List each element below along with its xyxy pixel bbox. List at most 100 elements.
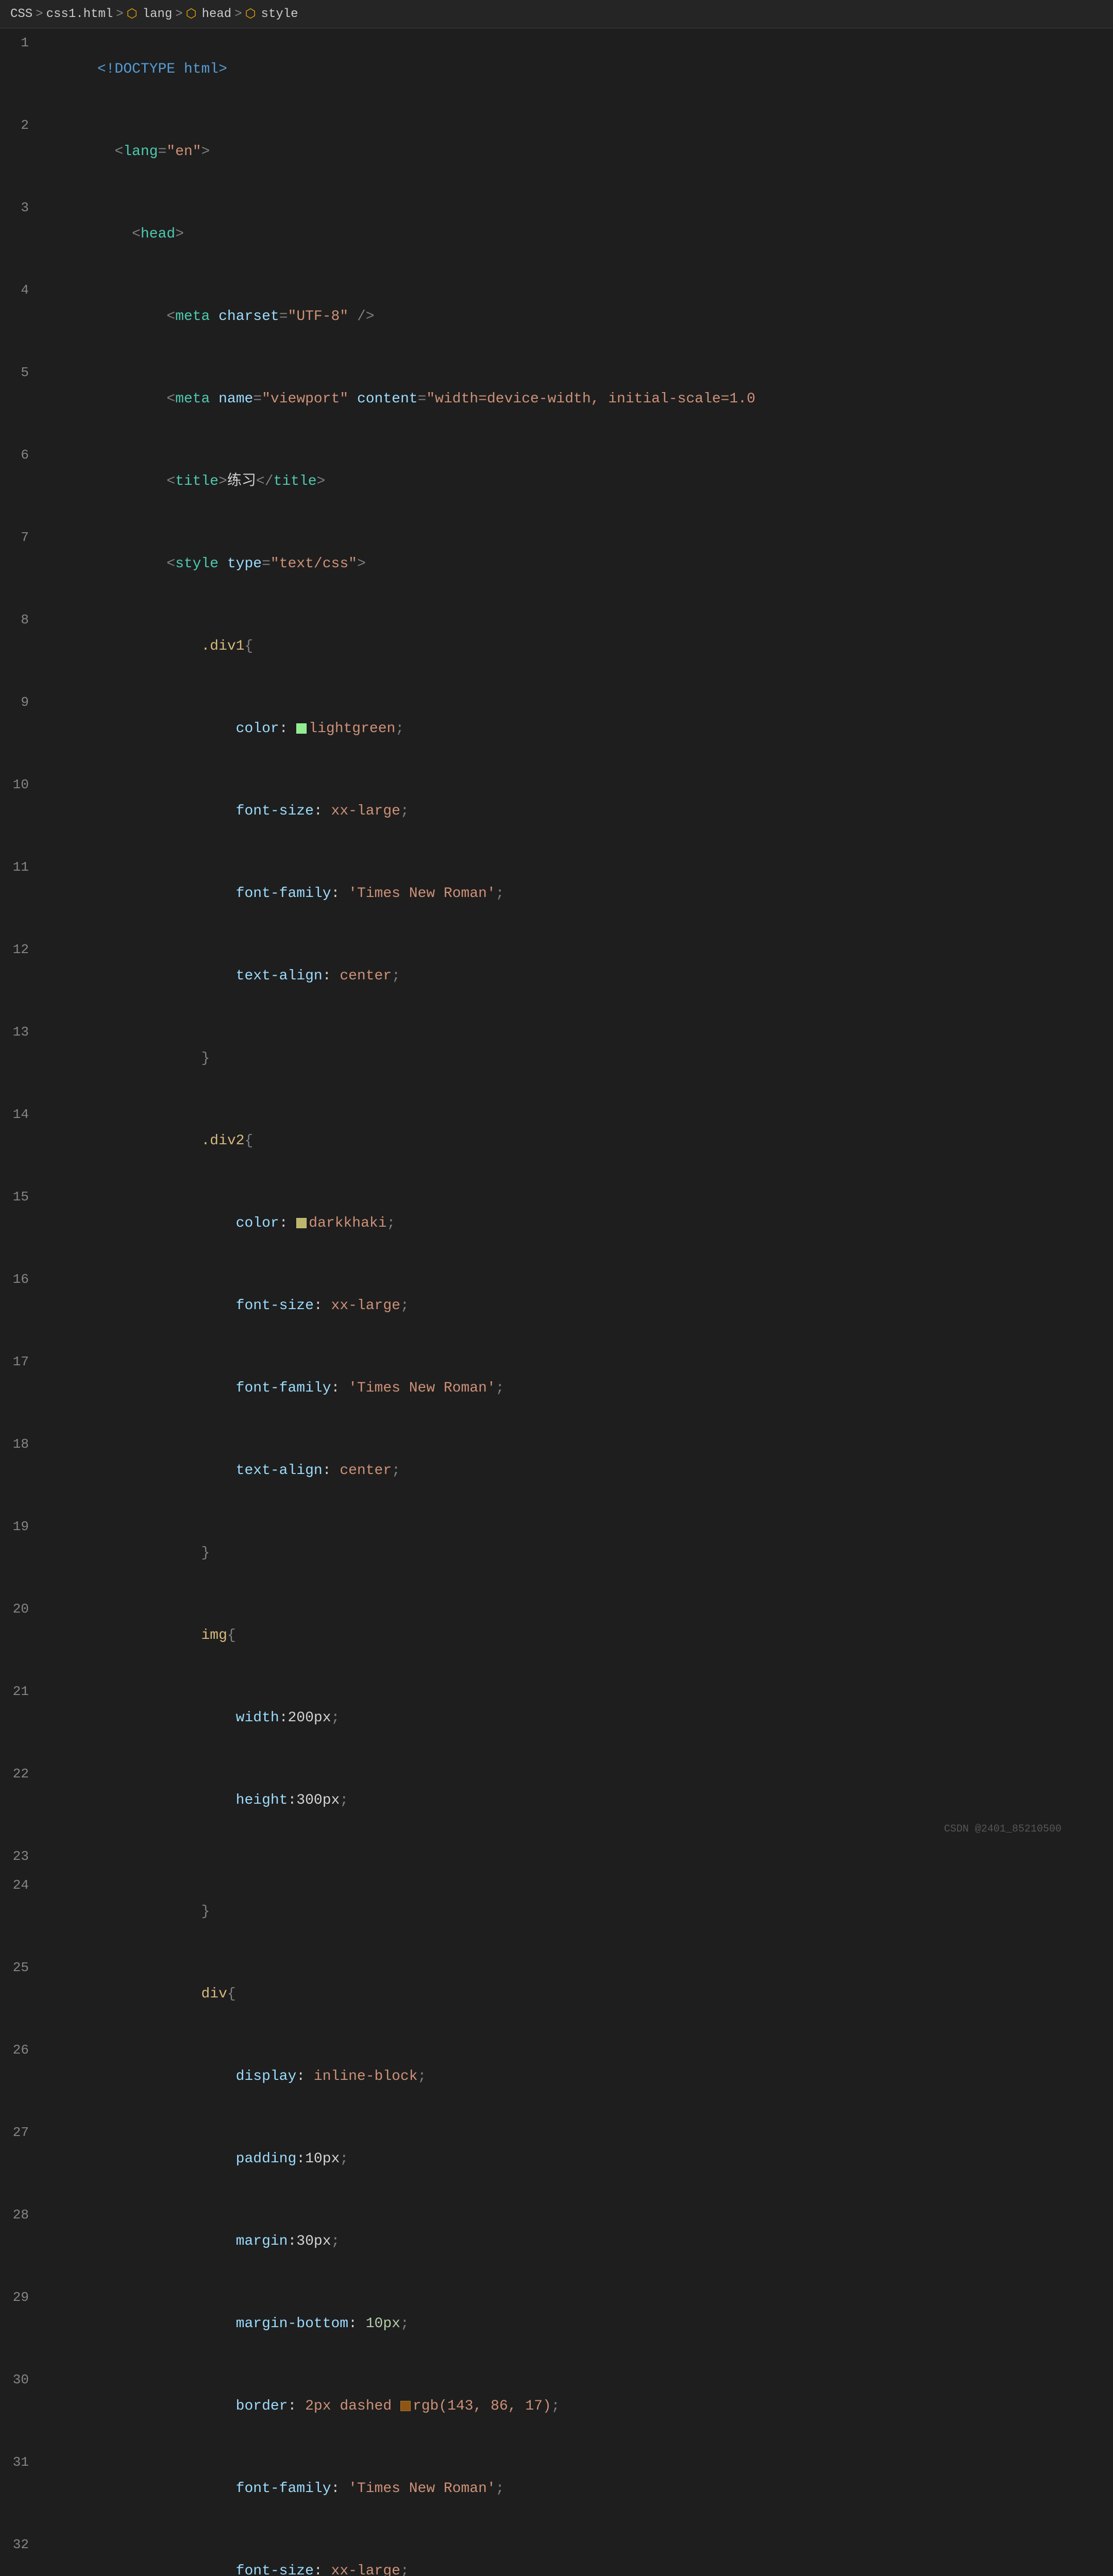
table-row: 19 } <box>0 1512 1113 1595</box>
table-row: 12 text-align: center; <box>0 935 1113 1018</box>
line-content[interactable]: } <box>41 1513 1113 1594</box>
line-content[interactable]: padding:10px; <box>41 2119 1113 2199</box>
line-content[interactable]: color: darkkhaki; <box>41 1183 1113 1264</box>
breadcrumb-icon-head: ⬡ <box>186 6 197 22</box>
line-content[interactable]: <meta charset="UTF-8" /> <box>41 277 1113 357</box>
breadcrumb-icon-lang: ⬡ <box>127 6 138 22</box>
line-number: 7 <box>0 524 41 551</box>
line-number: 19 <box>0 1513 41 1540</box>
watermark: CSDN @2401_85210500 <box>944 1823 1061 1835</box>
line-content[interactable]: margin-bottom: 10px; <box>41 2284 1113 2364</box>
line-number: 23 <box>0 1843 41 1870</box>
line-number: 1 <box>0 29 41 56</box>
line-content[interactable] <box>41 1843 1113 1870</box>
breadcrumb-sep-2: > <box>116 7 123 21</box>
line-content[interactable]: display: inline-block; <box>41 2037 1113 2117</box>
line-number: 31 <box>0 2449 41 2476</box>
table-row: 17 font-family: 'Times New Roman'; <box>0 1347 1113 1430</box>
table-row: 26 display: inline-block; <box>0 2036 1113 2118</box>
line-content[interactable]: <!DOCTYPE html> <box>41 29 1113 110</box>
table-row: 30 border: 2px dashed rgb(143, 86, 17); <box>0 2365 1113 2448</box>
line-number: 6 <box>0 442 41 468</box>
line-number: 10 <box>0 771 41 798</box>
line-number: 29 <box>0 2284 41 2311</box>
line-number: 26 <box>0 2037 41 2063</box>
breadcrumb-sep-1: > <box>36 7 43 21</box>
breadcrumb-item-css[interactable]: CSS <box>10 7 32 21</box>
table-row: 10 font-size: xx-large; <box>0 770 1113 853</box>
line-content[interactable]: font-family: 'Times New Roman'; <box>41 2449 1113 2529</box>
table-row: 29 margin-bottom: 10px; <box>0 2283 1113 2365</box>
breadcrumb-item-head[interactable]: head <box>202 7 232 21</box>
line-content[interactable]: <meta name="viewport" content="width=dev… <box>41 359 1113 439</box>
line-content[interactable]: font-size: xx-large; <box>41 1266 1113 1346</box>
code-editor: 1 <!DOCTYPE html> 2 <lang="en"> 3 <head>… <box>0 28 1113 2576</box>
line-number: 30 <box>0 2366 41 2393</box>
line-content[interactable]: width:200px; <box>41 1678 1113 1758</box>
line-number: 3 <box>0 194 41 221</box>
table-row: 11 font-family: 'Times New Roman'; <box>0 853 1113 935</box>
line-content[interactable]: text-align: center; <box>41 936 1113 1016</box>
line-number: 14 <box>0 1101 41 1128</box>
table-row: 32 font-size: xx-large; <box>0 2530 1113 2576</box>
line-content[interactable]: border: 2px dashed rgb(143, 86, 17); <box>41 2366 1113 2447</box>
table-row: 27 padding:10px; <box>0 2118 1113 2200</box>
breadcrumb-item-style[interactable]: style <box>261 7 298 21</box>
line-number: 4 <box>0 277 41 303</box>
table-row: 6 <title>练习</title> <box>0 440 1113 523</box>
line-number: 16 <box>0 1266 41 1293</box>
table-row: 28 margin:30px; <box>0 2200 1113 2283</box>
line-number: 18 <box>0 1431 41 1458</box>
table-row: 4 <meta charset="UTF-8" /> <box>0 276 1113 358</box>
line-number: 20 <box>0 1596 41 1622</box>
table-row: 31 font-family: 'Times New Roman'; <box>0 2448 1113 2530</box>
line-content[interactable]: font-size: xx-large; <box>41 2531 1113 2576</box>
line-content[interactable]: } <box>41 1019 1113 1099</box>
table-row: 13 } <box>0 1018 1113 1100</box>
line-number: 27 <box>0 2119 41 2146</box>
table-row: 8 .div1{ <box>0 605 1113 688</box>
line-content[interactable]: .div2{ <box>41 1101 1113 1181</box>
line-content[interactable]: img{ <box>41 1596 1113 1676</box>
line-content[interactable]: text-align: center; <box>41 1431 1113 1511</box>
line-number: 28 <box>0 2201 41 2228</box>
table-row: 9 color: lightgreen; <box>0 688 1113 770</box>
line-content[interactable]: margin:30px; <box>41 2201 1113 2282</box>
line-content[interactable]: .div1{ <box>41 606 1113 687</box>
line-content[interactable]: div{ <box>41 1954 1113 2035</box>
table-row: 1 <!DOCTYPE html> <box>0 28 1113 111</box>
table-row: 25 div{ <box>0 1953 1113 2036</box>
breadcrumb-sep-3: > <box>175 7 182 21</box>
line-number: 25 <box>0 1954 41 1981</box>
table-row: 18 text-align: center; <box>0 1430 1113 1512</box>
line-number: 11 <box>0 854 41 880</box>
line-content[interactable]: font-family: 'Times New Roman'; <box>41 1348 1113 1429</box>
table-row: 15 color: darkkhaki; <box>0 1182 1113 1265</box>
table-row: 24 } <box>0 1871 1113 1953</box>
table-row: 5 <meta name="viewport" content="width=d… <box>0 358 1113 440</box>
breadcrumb-item-file[interactable]: css1.html <box>46 7 113 21</box>
line-number: 13 <box>0 1019 41 1045</box>
table-row: 7 <style type="text/css"> <box>0 523 1113 605</box>
color-swatch-darkkhaki <box>296 1218 307 1228</box>
breadcrumb: CSS > css1.html > ⬡ lang > ⬡ head > ⬡ st… <box>0 0 1113 28</box>
table-row: 3 <head> <box>0 193 1113 276</box>
line-content[interactable]: } <box>41 1872 1113 1952</box>
line-number: 2 <box>0 112 41 139</box>
color-swatch-rgb <box>400 2401 411 2411</box>
table-row: 2 <lang="en"> <box>0 111 1113 193</box>
breadcrumb-item-lang[interactable]: lang <box>143 7 173 21</box>
color-swatch-lightgreen <box>296 723 307 734</box>
line-content[interactable]: color: lightgreen; <box>41 689 1113 769</box>
table-row: 21 width:200px; <box>0 1677 1113 1759</box>
line-number: 32 <box>0 2531 41 2558</box>
breadcrumb-sep-4: > <box>234 7 242 21</box>
line-content[interactable]: font-family: 'Times New Roman'; <box>41 854 1113 934</box>
line-content[interactable]: <style type="text/css"> <box>41 524 1113 604</box>
line-content[interactable]: font-size: xx-large; <box>41 771 1113 852</box>
line-number: 12 <box>0 936 41 963</box>
line-content[interactable]: <lang="en"> <box>41 112 1113 192</box>
line-content[interactable]: <title>练习</title> <box>41 442 1113 522</box>
table-row: 14 .div2{ <box>0 1100 1113 1182</box>
line-content[interactable]: <head> <box>41 194 1113 275</box>
